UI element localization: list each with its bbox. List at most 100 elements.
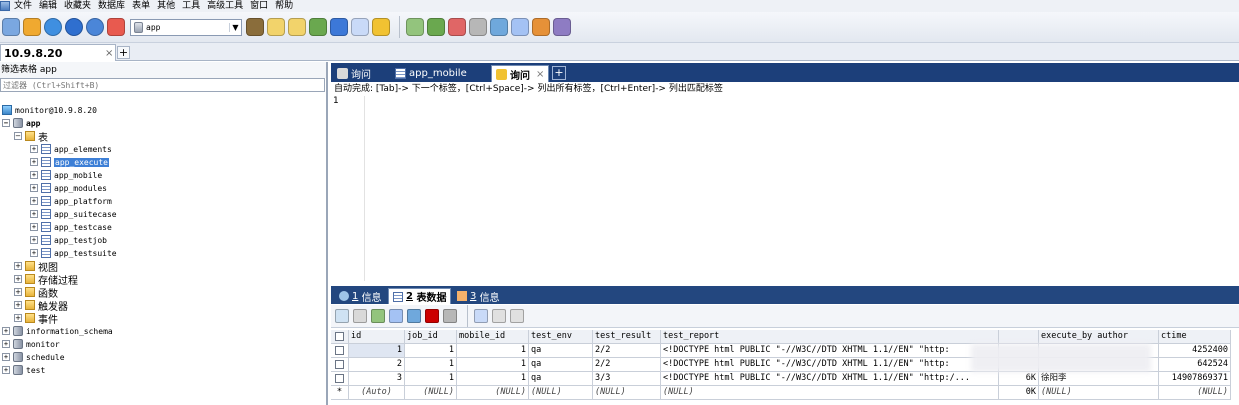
tree-folder-procedures[interactable]: + 存储过程 bbox=[14, 273, 78, 287]
expand-icon[interactable]: + bbox=[30, 210, 38, 218]
expand-icon[interactable]: + bbox=[14, 275, 22, 283]
checkbox[interactable] bbox=[335, 346, 344, 355]
save-icon[interactable] bbox=[407, 309, 421, 323]
sql-editor[interactable]: 1 bbox=[331, 96, 1239, 281]
column-header[interactable]: job_id bbox=[405, 330, 457, 344]
menu-favorites[interactable]: 收藏夹 bbox=[64, 0, 98, 12]
cell-mobile-id[interactable]: 1 bbox=[457, 344, 529, 358]
collapse-icon[interactable]: − bbox=[2, 119, 10, 127]
undo-icon[interactable] bbox=[389, 309, 403, 323]
column-header[interactable]: test_env bbox=[529, 330, 593, 344]
cell-test-result[interactable]: 2/2 bbox=[593, 344, 661, 358]
execute-edit-icon[interactable] bbox=[288, 18, 306, 36]
tree-table[interactable]: + app_modules bbox=[30, 182, 107, 194]
cell-ctime[interactable]: 642524 bbox=[1159, 358, 1231, 372]
expand-icon[interactable]: + bbox=[30, 223, 38, 231]
menu-advanced-tools[interactable]: 高级工具 bbox=[207, 0, 250, 12]
row-select-cell[interactable] bbox=[331, 358, 349, 372]
checkbox[interactable] bbox=[335, 332, 344, 341]
tree-table[interactable]: + app_testsuite bbox=[30, 247, 117, 259]
tab-query-active[interactable]: 询问 × bbox=[491, 65, 549, 82]
menu-file[interactable]: 文件 bbox=[14, 0, 39, 12]
text-mode-icon[interactable] bbox=[510, 309, 524, 323]
grid-mode-icon[interactable] bbox=[474, 309, 488, 323]
expand-icon[interactable]: + bbox=[14, 301, 22, 309]
add-query-tab-button[interactable]: + bbox=[552, 66, 566, 80]
chevron-down-icon[interactable]: ▼ bbox=[229, 22, 241, 32]
execute-all-icon[interactable] bbox=[267, 18, 285, 36]
tab-table-data[interactable]: 2 表数据 bbox=[388, 288, 452, 304]
expand-icon[interactable]: + bbox=[30, 249, 38, 257]
filter-input[interactable] bbox=[0, 78, 325, 92]
cell-mobile-id[interactable]: (NULL) bbox=[457, 386, 529, 400]
close-icon[interactable]: × bbox=[105, 48, 115, 59]
cell-id[interactable]: (Auto) bbox=[349, 386, 405, 400]
row-select-cell[interactable] bbox=[331, 344, 349, 358]
database-select[interactable]: app ▼ bbox=[130, 18, 242, 36]
table-data-icon[interactable] bbox=[351, 18, 369, 36]
tree-db-app[interactable]: − app bbox=[2, 117, 40, 129]
tree-server[interactable]: monitor@10.9.8.20 bbox=[2, 104, 97, 116]
cell-test-env[interactable]: qa bbox=[529, 358, 593, 372]
tab-info-1[interactable]: 1 信息 bbox=[335, 288, 386, 304]
form-mode-icon[interactable] bbox=[492, 309, 506, 323]
tree-db[interactable]: + information_schema bbox=[2, 325, 113, 337]
cell-job-id[interactable]: 1 bbox=[405, 358, 457, 372]
row-select-cell[interactable] bbox=[331, 372, 349, 386]
export-icon[interactable] bbox=[490, 18, 508, 36]
expand-icon[interactable]: + bbox=[30, 171, 38, 179]
column-header[interactable]: execute_by author bbox=[1039, 330, 1159, 344]
cell-test-result[interactable]: 2/2 bbox=[593, 358, 661, 372]
stop-icon[interactable] bbox=[309, 18, 327, 36]
cell-test-report[interactable]: <!DOCTYPE html PUBLIC "-//W3C//DTD XHTML… bbox=[661, 358, 999, 372]
refresh-icon[interactable] bbox=[86, 18, 104, 36]
new-query-icon[interactable] bbox=[23, 18, 41, 36]
cell-mobile-id[interactable]: 1 bbox=[457, 372, 529, 386]
menu-tools[interactable]: 工具 bbox=[182, 0, 207, 12]
cell-author[interactable]: 徐阳李 bbox=[1039, 372, 1159, 386]
menu-help[interactable]: 帮助 bbox=[275, 0, 300, 12]
tree-table[interactable]: + app_elements bbox=[30, 143, 112, 155]
menu-others[interactable]: 其他 bbox=[157, 0, 182, 12]
cell-author[interactable]: (NULL) bbox=[1039, 386, 1159, 400]
expand-icon[interactable]: + bbox=[30, 236, 38, 244]
tree-table[interactable]: + app_testjob bbox=[30, 234, 107, 246]
menu-window[interactable]: 窗口 bbox=[250, 0, 275, 12]
expand-icon[interactable]: + bbox=[30, 145, 38, 153]
expand-icon[interactable]: + bbox=[14, 288, 22, 296]
schema-designer-icon[interactable] bbox=[553, 18, 571, 36]
connection-tab[interactable]: 10.9.8.20 × bbox=[0, 44, 116, 61]
scheduler-icon[interactable] bbox=[511, 18, 529, 36]
expand-icon[interactable]: + bbox=[2, 327, 10, 335]
refresh-icon[interactable] bbox=[371, 309, 385, 323]
copy-database-icon[interactable] bbox=[448, 18, 466, 36]
tree-folder-triggers[interactable]: + 触发器 bbox=[14, 299, 68, 313]
expand-icon[interactable]: + bbox=[14, 314, 22, 322]
tab-app-mobile[interactable]: app_mobile bbox=[391, 65, 489, 82]
cell-job-id[interactable]: 1 bbox=[405, 372, 457, 386]
column-header[interactable]: mobile_id bbox=[457, 330, 529, 344]
cell-job-id[interactable]: (NULL) bbox=[405, 386, 457, 400]
delete-icon[interactable] bbox=[425, 309, 439, 323]
menu-table[interactable]: 表单 bbox=[132, 0, 157, 12]
checkbox[interactable] bbox=[335, 360, 344, 369]
column-header[interactable]: id bbox=[349, 330, 405, 344]
cell-ctime[interactable]: (NULL) bbox=[1159, 386, 1231, 400]
new-connection-icon[interactable] bbox=[2, 18, 20, 36]
tree-db[interactable]: + schedule bbox=[2, 351, 65, 363]
expand-icon[interactable]: + bbox=[30, 197, 38, 205]
tree-db[interactable]: + monitor bbox=[2, 338, 60, 350]
cell-test-env[interactable]: qa bbox=[529, 344, 593, 358]
cell-size[interactable]: 0K bbox=[999, 386, 1039, 400]
cell-test-report[interactable]: <!DOCTYPE html PUBLIC "-//W3C//DTD XHTML… bbox=[661, 372, 999, 386]
column-header[interactable]: test_result bbox=[593, 330, 661, 344]
cell-test-report[interactable]: (NULL) bbox=[661, 386, 999, 400]
cell-size[interactable]: 6K bbox=[999, 372, 1039, 386]
tree-table[interactable]: + app_mobile bbox=[30, 169, 102, 181]
tree-table[interactable]: + app_platform bbox=[30, 195, 112, 207]
format-icon[interactable] bbox=[330, 18, 348, 36]
menu-edit[interactable]: 编辑 bbox=[39, 0, 64, 12]
forward-icon[interactable] bbox=[65, 18, 83, 36]
column-header[interactable]: test_report bbox=[661, 330, 999, 344]
tree-folder-tables[interactable]: − 表 bbox=[14, 130, 48, 144]
